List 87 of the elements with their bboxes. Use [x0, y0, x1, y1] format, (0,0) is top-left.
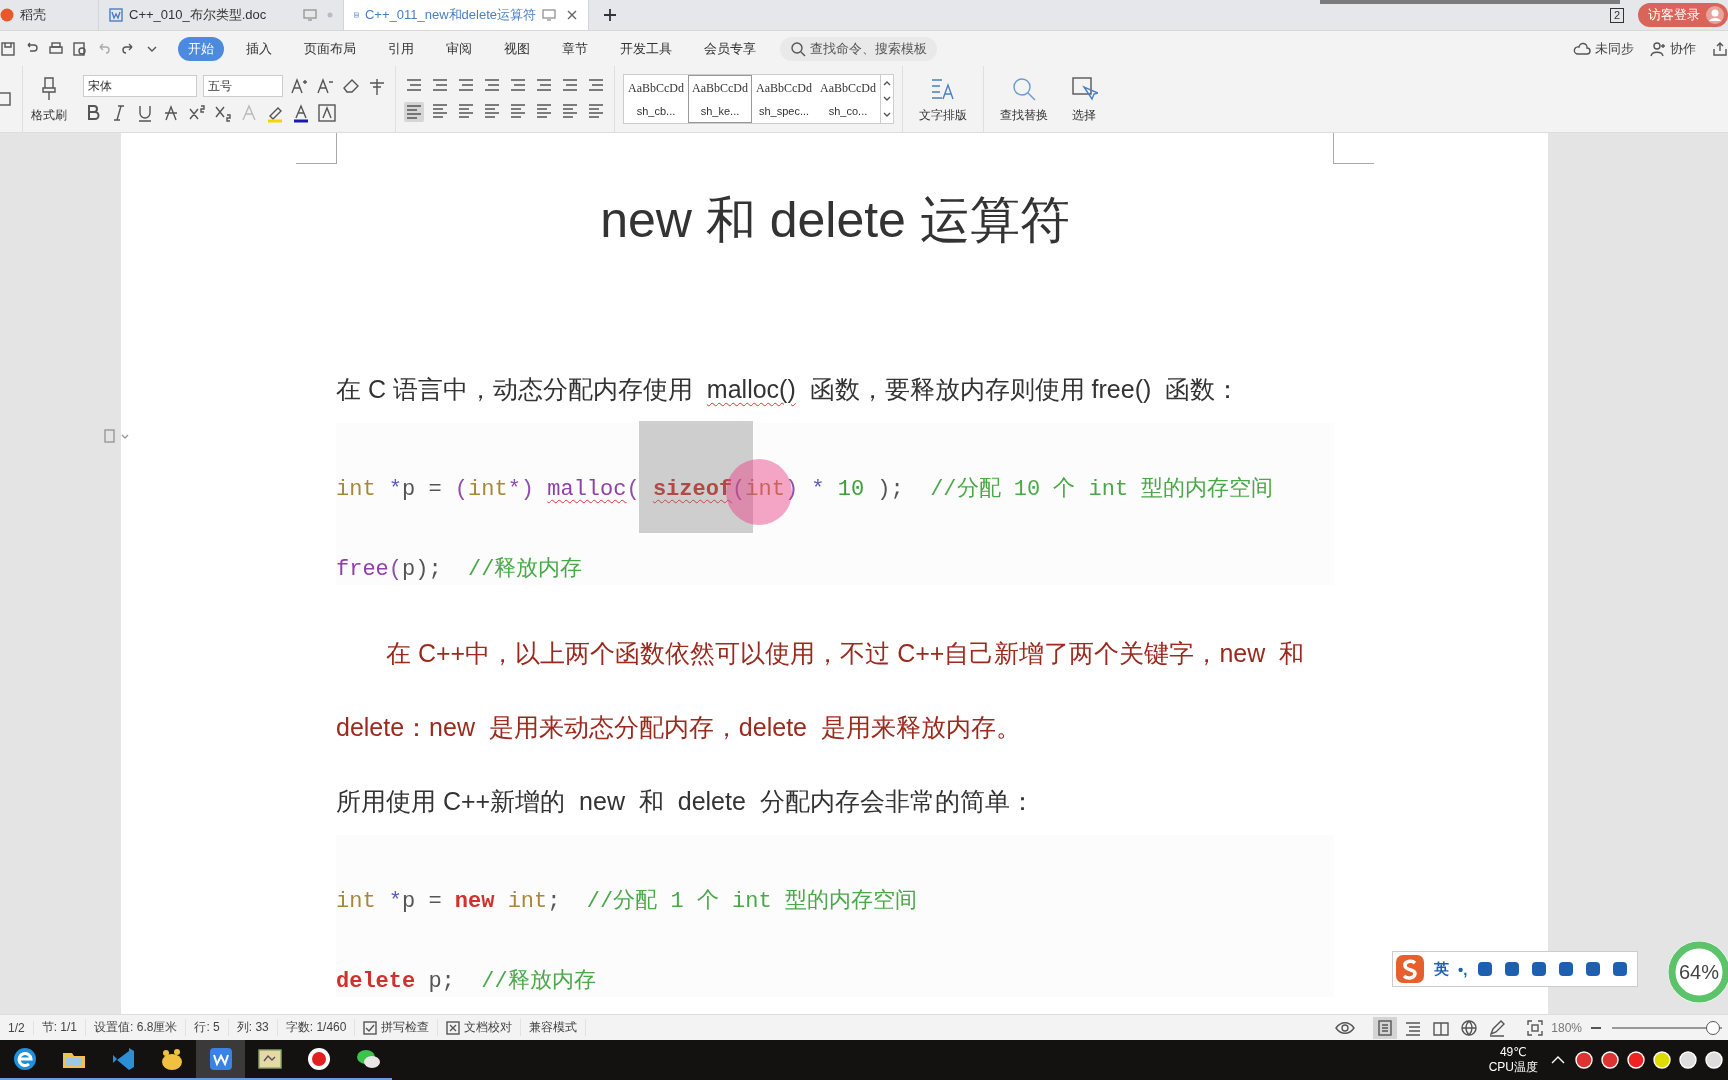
input-mode[interactable]: 英: [1434, 959, 1449, 979]
status-button[interactable]: 拼写检查: [355, 1019, 439, 1036]
find-replace-button[interactable]: 查找替换: [992, 66, 1056, 132]
status-text: 节: 1/1: [33, 1019, 87, 1036]
scroll-up-icon[interactable]: [883, 80, 891, 86]
print-icon[interactable]: [48, 40, 64, 57]
fit-screen-icon[interactable]: [1527, 1019, 1544, 1036]
code-line: int *p = new int; //分配 1 个 int 型的内存空间: [336, 887, 918, 916]
font-size-field[interactable]: 五号: [203, 75, 283, 97]
search-icon: [790, 40, 806, 57]
taskbar-app[interactable]: [196, 1040, 245, 1080]
window-count[interactable]: 2: [1609, 7, 1624, 23]
style-preset[interactable]: AaBbCcDd sh_co...: [816, 75, 880, 123]
person-add-icon: [1650, 40, 1666, 57]
share-icon[interactable]: [1712, 40, 1728, 57]
menu-tab[interactable]: 章节: [552, 36, 598, 61]
command-search[interactable]: 查找命令、搜索模板: [780, 36, 937, 61]
font-color-icon[interactable]: [291, 103, 311, 123]
format-painter-button[interactable]: 格式刷: [23, 66, 75, 132]
paragraph: 所用使用 C++新增的 new 和 delete 分配内存会非常的简单：: [336, 786, 1036, 817]
select-button[interactable]: 选择: [1062, 66, 1106, 132]
checkbox-icon: [363, 1020, 378, 1035]
menu-tab[interactable]: 审阅: [436, 36, 482, 61]
account-action[interactable]: 协作: [1650, 39, 1696, 58]
page-view-icon: [1376, 1018, 1395, 1037]
dot-icon: [327, 12, 333, 18]
sogou-logo-icon: [1395, 954, 1425, 984]
zoom-level[interactable]: 180%: [1543, 1020, 1590, 1035]
font-name-field[interactable]: 宋体: [83, 75, 197, 97]
paragraph-line: delete：new 是用来动态分配内存，delete 是用来释放内存。: [336, 712, 1022, 743]
status-text: 列: 33: [228, 1019, 278, 1036]
document-tab[interactable]: C++_010_布尔类型.doc: [99, 0, 344, 30]
score-widget: 64%: [1668, 941, 1728, 1003]
shell-icon: [0, 8, 14, 22]
view-mode-button[interactable]: [1373, 1016, 1398, 1039]
more-icon[interactable]: [883, 112, 891, 118]
status-text: 兼容模式: [521, 1019, 587, 1036]
menu-tab[interactable]: 插入: [236, 36, 282, 61]
menu-tab[interactable]: 会员专享: [694, 36, 766, 61]
cloud-icon: [1573, 41, 1591, 56]
paragraph: 在 C 语言中，动态分配内存使用 malloc() 函数，要释放内存则使用 free() 函数：: [336, 374, 1242, 405]
web-view-icon: [1460, 1018, 1479, 1037]
text-layout-button[interactable]: 文字排版: [911, 66, 975, 132]
font-grow-icon[interactable]: [289, 76, 309, 96]
code-line: free(p); //释放内存: [336, 556, 584, 584]
account-action[interactable]: 未同步: [1573, 39, 1634, 58]
status-text: 行: 5: [186, 1019, 229, 1036]
char-border-icon[interactable]: [317, 103, 337, 123]
print-preview-icon[interactable]: [72, 40, 88, 57]
status-text: 1/2: [0, 1020, 34, 1035]
code-line: int *p = (int*) malloc( sizeof(int) * 10 ); //分配 10 个 int 型的内存空间: [336, 475, 1275, 504]
align-left-icon[interactable]: [404, 102, 424, 122]
document-tab[interactable]: 稻壳: [0, 0, 99, 30]
zoom-slider[interactable]: [1706, 1020, 1721, 1035]
menu-tab[interactable]: 引用: [378, 36, 424, 61]
status-text: 字数: 1/460: [277, 1019, 356, 1036]
select-icon: [1070, 74, 1098, 103]
font-shrink-icon[interactable]: [315, 76, 335, 96]
status-button[interactable]: 文档校对: [438, 1019, 522, 1036]
corner-mark: [296, 133, 337, 164]
temperature-label: CPU温度: [1488, 1060, 1538, 1075]
style-preset[interactable]: AaBbCcDd sh_cb...: [624, 75, 688, 123]
status-text: 设置值: 6.8厘米: [86, 1019, 187, 1036]
record-icon[interactable]: [1626, 1050, 1646, 1070]
document-title: new 和 delete 运算符: [599, 191, 1071, 250]
temperature: 49℃: [1499, 1045, 1527, 1060]
corner-mark: [1333, 133, 1374, 164]
menu-tab[interactable]: 页面布局: [294, 36, 366, 61]
scroll-down-icon[interactable]: [883, 96, 891, 102]
close-box-icon: [446, 1020, 461, 1035]
save-icon[interactable]: [0, 40, 16, 57]
code-line: delete p; //释放内存: [336, 968, 597, 996]
pen-view-icon: [1488, 1018, 1507, 1037]
close-icon[interactable]: [566, 9, 578, 21]
avatar-icon: [1706, 6, 1724, 24]
paragraph-line: 在 C++中，以上两个函数依然可以使用，不过 C++自己新增了两个关键字，new 和: [385, 638, 1306, 669]
paragraph-marker-icon[interactable]: [104, 429, 130, 443]
monitor-icon: [542, 9, 556, 21]
login-button[interactable]: 访客登录: [1638, 3, 1728, 27]
eye-icon[interactable]: [1335, 1020, 1356, 1035]
monitor-icon: [303, 9, 317, 21]
menu-tab[interactable]: 视图: [494, 36, 540, 61]
punctuation-mode[interactable]: •,: [1458, 960, 1468, 978]
style-preset[interactable]: AaBbCcDd sh_spec...: [752, 75, 816, 123]
menu-tab[interactable]: 开发工具: [610, 36, 682, 61]
document-tab[interactable]: C++_011_new和delete运算符: [344, 0, 589, 30]
style-preset[interactable]: AaBbCcDd sh_ke...: [688, 75, 752, 123]
